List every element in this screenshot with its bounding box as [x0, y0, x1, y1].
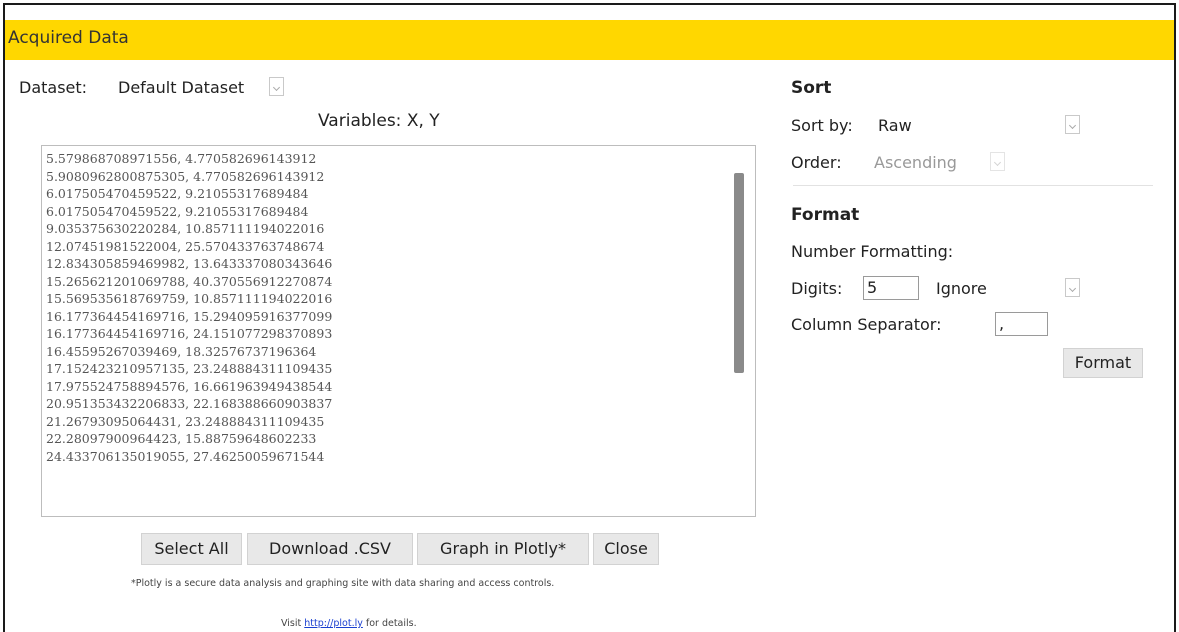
data-row: 17.152423210957135, 23.248884311109435	[46, 361, 333, 376]
digits-input[interactable]: 5	[863, 276, 919, 300]
visit-suffix: for details.	[362, 618, 417, 629]
data-row: 5.9080962800875305, 4.770582696143912	[46, 168, 325, 184]
data-row: 16.177364454169716, 15.294095916377099	[46, 308, 333, 324]
digits-mode-select-value[interactable]: Ignore	[936, 279, 987, 298]
sort-heading: Sort	[791, 78, 832, 98]
plotly-footnote: *Plotly is a secure data analysis and gr…	[131, 578, 555, 589]
dialog-titlebar[interactable]: Acquired Data	[5, 20, 1174, 60]
visit-note: Visit http://plot.ly for details.	[281, 618, 417, 629]
select-all-button[interactable]: Select All	[141, 533, 242, 565]
data-row: 12.07451981522004, 25.570433763748674	[46, 238, 325, 254]
data-row: 6.017505470459522, 9.21055317689484	[46, 203, 309, 219]
data-row: 16.177364454169716, 24.151077298370893	[46, 326, 333, 341]
data-row: 21.26793095064431, 23.248884311109435	[46, 413, 325, 429]
variables-label: Variables: X, Y	[318, 111, 440, 131]
section-divider	[793, 185, 1153, 186]
dataset-label: Dataset:	[19, 78, 88, 97]
data-row: 20.951353432206833, 22.168388660903837	[46, 396, 333, 411]
format-button[interactable]: Format	[1063, 348, 1143, 378]
data-text: 5.579868708971556, 4.770582696143912 5.90…	[46, 150, 332, 465]
column-separator-input[interactable]: ,	[995, 312, 1048, 336]
order-label: Order:	[791, 153, 842, 172]
plotly-link[interactable]: http://plot.ly	[304, 618, 363, 629]
data-row: 5.579868708971556, 4.770582696143912	[46, 151, 317, 166]
order-dropdown-chevron-icon[interactable]	[990, 152, 1005, 171]
sort-by-dropdown-chevron-icon[interactable]	[1065, 115, 1080, 134]
data-row: 24.433706135019055, 27.46250059671544	[46, 448, 325, 464]
sort-by-select-value[interactable]: Raw	[878, 116, 912, 135]
data-textarea[interactable]: 5.579868708971556, 4.770582696143912 5.90…	[41, 145, 756, 517]
number-formatting-label: Number Formatting:	[791, 242, 954, 261]
dialog-title: Acquired Data	[8, 28, 129, 48]
download-csv-button[interactable]: Download .CSV	[247, 533, 413, 565]
acquired-data-dialog: Acquired Data Dataset: Default Dataset V…	[3, 3, 1176, 632]
dataset-dropdown-chevron-icon[interactable]	[269, 77, 284, 96]
graph-in-plotly-button[interactable]: Graph in Plotly*	[417, 533, 589, 565]
data-row: 17.975524758894576, 16.661963949438544	[46, 378, 333, 394]
digits-mode-dropdown-chevron-icon[interactable]	[1065, 278, 1080, 297]
data-row: 6.017505470459522, 9.21055317689484	[46, 186, 309, 201]
column-separator-label: Column Separator:	[791, 315, 942, 334]
order-select-value[interactable]: Ascending	[874, 153, 957, 172]
data-row: 16.45595267039469, 18.32576737196364	[46, 343, 317, 359]
data-row: 12.834305859469982, 13.643337080343646	[46, 256, 333, 271]
textarea-scrollbar-thumb[interactable]	[734, 173, 744, 373]
data-row: 9.035375630220284, 10.857111194022016	[46, 221, 325, 236]
data-row: 15.569535618769759, 10.857111194022016	[46, 291, 333, 306]
close-button[interactable]: Close	[593, 533, 659, 565]
format-heading: Format	[791, 205, 860, 225]
dataset-select-value[interactable]: Default Dataset	[118, 78, 244, 97]
sort-by-label: Sort by:	[791, 116, 853, 135]
visit-prefix: Visit	[281, 618, 305, 629]
data-row: 22.28097900964423, 15.88759648602233	[46, 431, 317, 446]
data-row: 15.265621201069788, 40.370556912270874	[46, 273, 333, 289]
digits-label: Digits:	[791, 279, 843, 298]
